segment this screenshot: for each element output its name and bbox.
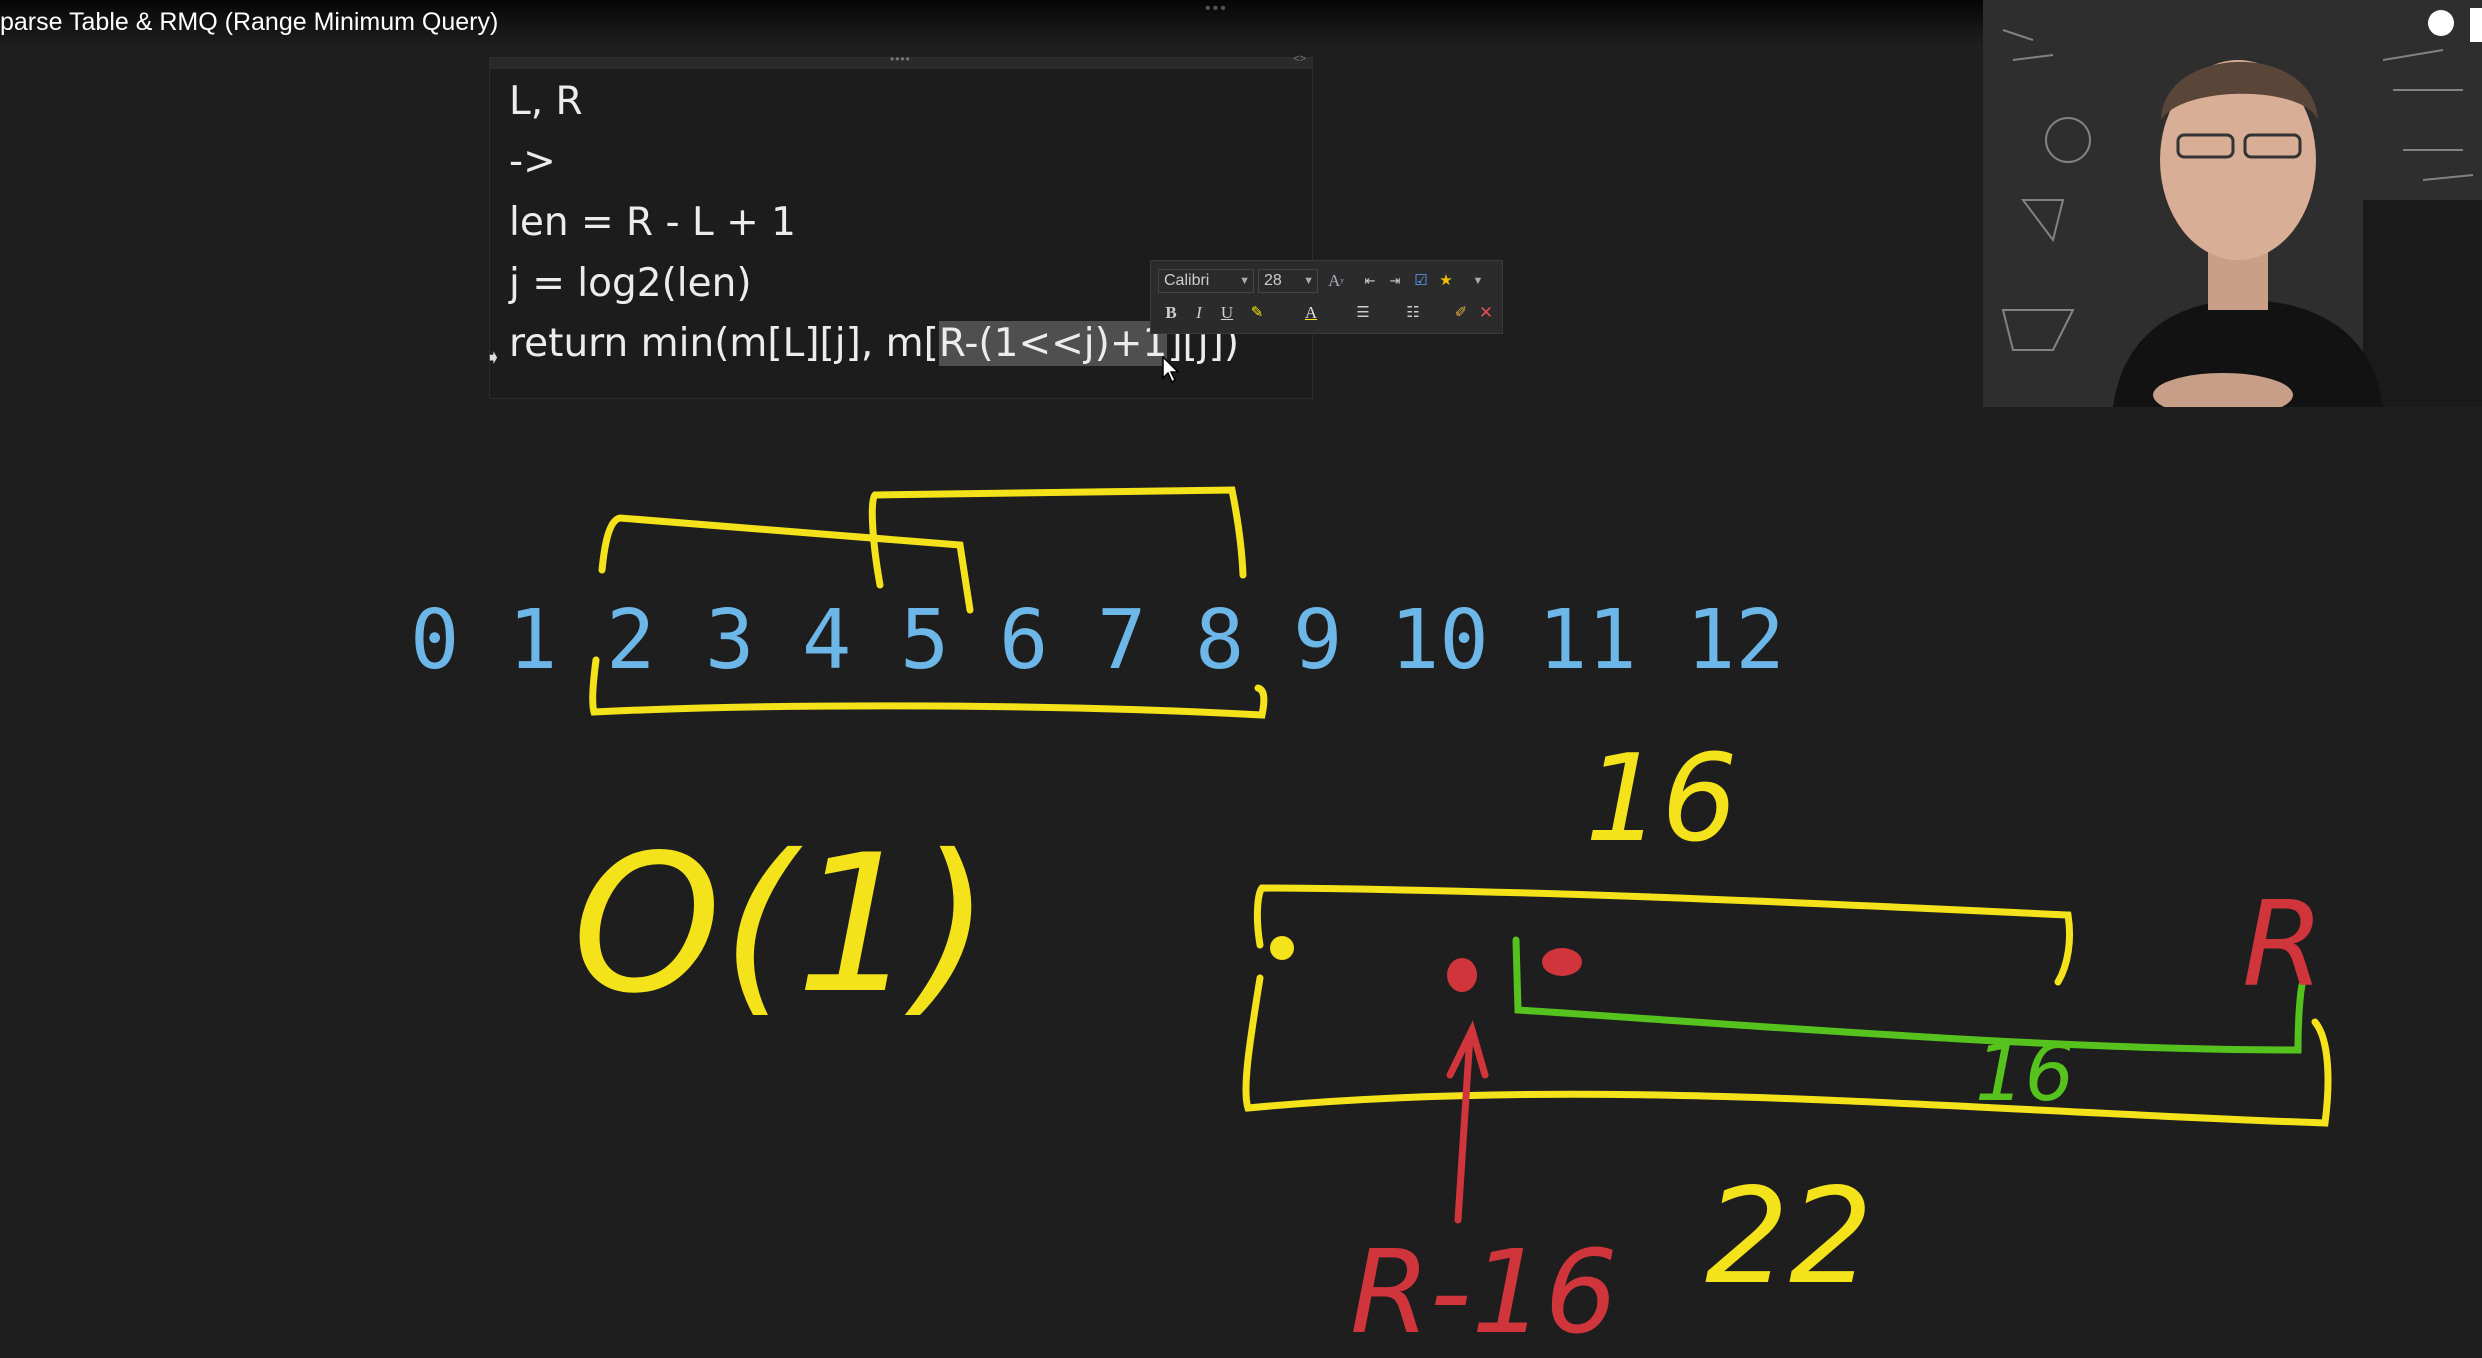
index-number-11: 11 xyxy=(1538,593,1637,688)
index-number-2: 2 xyxy=(606,593,655,688)
index-number-4: 4 xyxy=(802,593,851,688)
top-length-label: 16 xyxy=(1585,730,1738,869)
right-end-label: R xyxy=(2242,875,2324,1013)
index-number-row: 0 1 2 3 4 5 6 7 8 9 10 11 12 xyxy=(410,593,1785,688)
index-number-12: 12 xyxy=(1686,593,1785,688)
index-number-5: 5 xyxy=(900,593,949,688)
index-number-6: 6 xyxy=(999,593,1048,688)
bracket-5-to-8 xyxy=(868,486,1247,589)
yellow-dot xyxy=(1270,936,1294,960)
red-dot-left xyxy=(1447,958,1477,992)
green-range xyxy=(1512,936,2306,1054)
index-number-8: 8 xyxy=(1195,593,1244,688)
upper-range-box xyxy=(1253,884,2074,986)
whiteboard-canvas: 0 1 2 3 4 5 6 7 8 9 10 11 12 O(1) 16 16 R R-16 22 xyxy=(410,486,2332,1358)
index-number-0: 0 xyxy=(410,593,459,688)
red-dot-right xyxy=(1542,948,1582,976)
green-length-label: 16 xyxy=(1975,1029,2074,1119)
complexity-label: O(1) xyxy=(572,814,991,1035)
bottom-length-label: 22 xyxy=(1705,1160,1873,1314)
arrow-label: R-16 xyxy=(1350,1226,1618,1358)
red-arrow xyxy=(1446,1020,1489,1224)
index-number-7: 7 xyxy=(1097,593,1146,688)
index-number-1: 1 xyxy=(508,593,557,688)
index-number-3: 3 xyxy=(705,593,754,688)
index-number-10: 10 xyxy=(1390,593,1489,688)
index-number-9: 9 xyxy=(1293,593,1342,688)
